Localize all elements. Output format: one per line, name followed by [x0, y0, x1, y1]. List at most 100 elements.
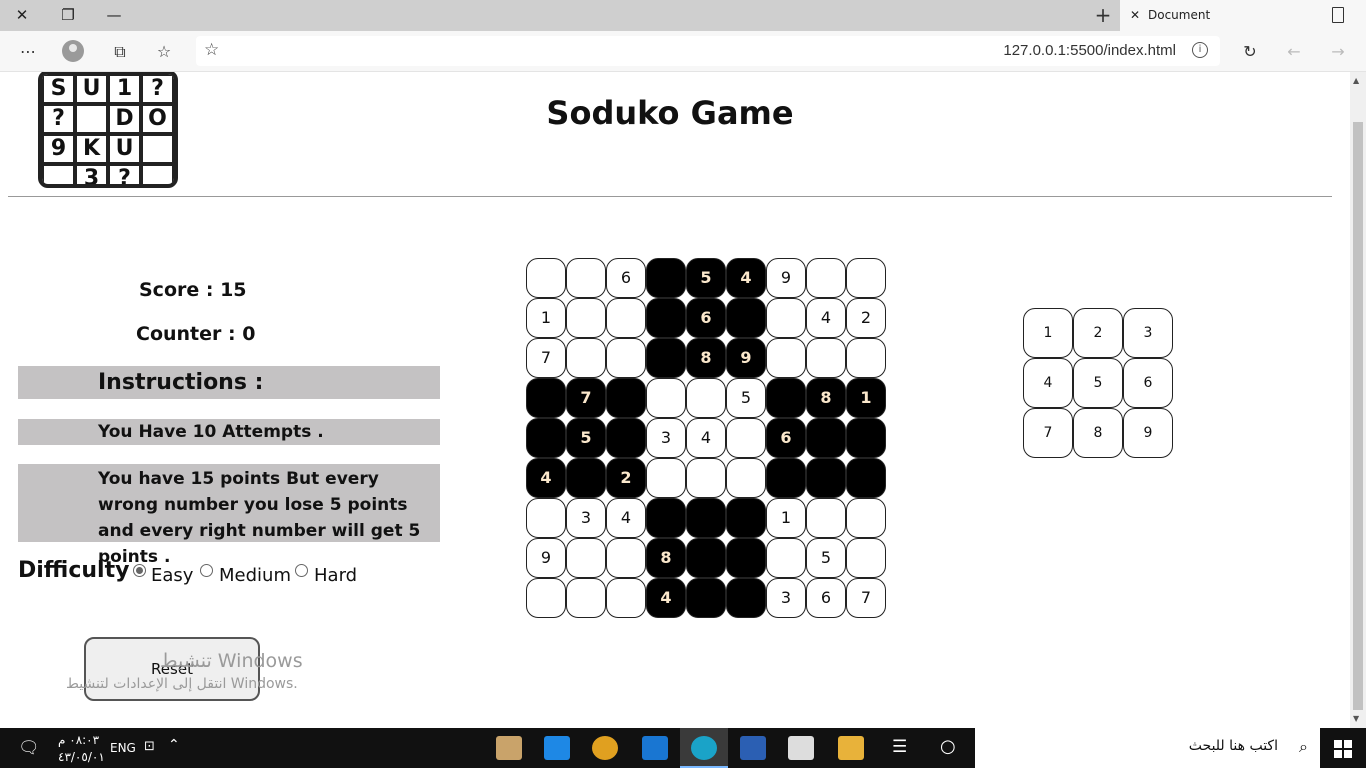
radio-easy[interactable] [133, 564, 146, 577]
vscode-app-icon[interactable] [544, 736, 570, 760]
board-cell[interactable] [846, 418, 886, 458]
new-tab-button[interactable]: + [1092, 4, 1114, 26]
board-cell[interactable] [646, 498, 686, 538]
number-pad-key[interactable]: 8 [1073, 408, 1123, 458]
file-explorer-icon[interactable] [838, 736, 864, 760]
url-input[interactable]: ☆ 127.0.0.1:5500/index.html i [196, 36, 1220, 66]
number-pad-key[interactable]: 1 [1023, 308, 1073, 358]
board-cell[interactable]: 2 [606, 458, 646, 498]
board-cell[interactable]: 5 [806, 538, 846, 578]
board-cell[interactable] [526, 578, 566, 618]
board-cell[interactable] [566, 298, 606, 338]
tray-chevron-icon[interactable]: ⌃ [168, 737, 180, 753]
board-cell[interactable] [566, 338, 606, 378]
board-cell[interactable] [526, 418, 566, 458]
board-cell[interactable]: 5 [566, 418, 606, 458]
add-favorite-icon[interactable]: ☆ [204, 40, 219, 60]
board-cell[interactable] [766, 458, 806, 498]
board-cell[interactable]: 1 [846, 378, 886, 418]
board-cell[interactable] [766, 378, 806, 418]
taskbar-search-input[interactable]: اكتب هنا للبحث ⌕ [975, 728, 1320, 768]
scroll-up-icon[interactable]: ▲ [1353, 76, 1359, 85]
board-cell[interactable] [566, 458, 606, 498]
collections-icon[interactable]: ⧉ [108, 40, 132, 64]
refresh-icon[interactable]: ↻ [1238, 40, 1262, 64]
language-indicator[interactable]: ENG [110, 741, 136, 755]
start-button[interactable] [1320, 728, 1366, 768]
board-cell[interactable]: 5 [726, 378, 766, 418]
radio-hard[interactable] [295, 564, 308, 577]
board-cell[interactable] [846, 338, 886, 378]
board-cell[interactable] [806, 418, 846, 458]
board-cell[interactable] [726, 458, 766, 498]
board-cell[interactable] [846, 458, 886, 498]
board-cell[interactable] [646, 378, 686, 418]
minimize-window-icon[interactable]: — [102, 4, 126, 26]
board-cell[interactable]: 7 [846, 578, 886, 618]
board-cell[interactable]: 4 [606, 498, 646, 538]
board-cell[interactable] [606, 378, 646, 418]
board-cell[interactable]: 6 [766, 418, 806, 458]
board-cell[interactable]: 8 [646, 538, 686, 578]
board-cell[interactable] [806, 458, 846, 498]
board-cell[interactable] [726, 578, 766, 618]
network-icon[interactable]: ⊡ [144, 739, 155, 754]
tab-document[interactable]: ✕ Document [1120, 0, 1366, 31]
board-cell[interactable] [846, 258, 886, 298]
board-cell[interactable] [606, 298, 646, 338]
board-cell[interactable]: 4 [806, 298, 846, 338]
mail-app-icon[interactable] [642, 736, 668, 760]
board-cell[interactable] [806, 498, 846, 538]
board-cell[interactable]: 1 [766, 498, 806, 538]
number-pad-key[interactable]: 6 [1123, 358, 1173, 408]
clock-date[interactable]: ٤٣/٠٥/٠١ [58, 750, 105, 764]
number-pad-key[interactable]: 2 [1073, 308, 1123, 358]
board-cell[interactable] [766, 538, 806, 578]
word-app-icon[interactable] [740, 736, 766, 760]
favorites-icon[interactable]: ☆ [152, 40, 176, 64]
board-cell[interactable]: 8 [806, 378, 846, 418]
board-cell[interactable] [726, 498, 766, 538]
number-pad-key[interactable]: 5 [1073, 358, 1123, 408]
board-cell[interactable]: 6 [606, 258, 646, 298]
board-cell[interactable] [846, 498, 886, 538]
board-cell[interactable]: 7 [526, 338, 566, 378]
board-cell[interactable] [686, 458, 726, 498]
board-cell[interactable]: 4 [526, 458, 566, 498]
board-cell[interactable] [566, 538, 606, 578]
board-cell[interactable] [726, 298, 766, 338]
board-cell[interactable] [606, 418, 646, 458]
scroll-down-icon[interactable]: ▼ [1353, 714, 1359, 723]
board-cell[interactable]: 4 [646, 578, 686, 618]
board-cell[interactable] [606, 578, 646, 618]
board-cell[interactable] [766, 298, 806, 338]
notification-icon[interactable]: 🗨 [18, 738, 40, 758]
board-cell[interactable]: 7 [566, 378, 606, 418]
board-cell[interactable] [566, 578, 606, 618]
board-cell[interactable] [766, 338, 806, 378]
cortana-icon[interactable]: ○ [940, 736, 956, 757]
board-cell[interactable] [526, 378, 566, 418]
board-cell[interactable] [686, 578, 726, 618]
number-pad-key[interactable]: 7 [1023, 408, 1073, 458]
board-cell[interactable]: 6 [806, 578, 846, 618]
board-cell[interactable] [646, 458, 686, 498]
board-cell[interactable] [806, 338, 846, 378]
scrollbar[interactable]: ▲ ▼ [1350, 72, 1366, 728]
close-tab-icon[interactable]: ✕ [1128, 8, 1142, 22]
board-cell[interactable]: 1 [526, 298, 566, 338]
board-cell[interactable] [606, 538, 646, 578]
board-cell[interactable]: 6 [686, 298, 726, 338]
board-cell[interactable] [806, 258, 846, 298]
board-cell[interactable] [686, 538, 726, 578]
chrome-app-icon[interactable] [592, 736, 618, 760]
profile-avatar[interactable] [62, 40, 84, 62]
task-view-icon[interactable]: ☰ [892, 737, 907, 757]
close-window-icon[interactable]: ✕ [10, 4, 34, 26]
board-cell[interactable] [686, 378, 726, 418]
board-cell[interactable]: 3 [766, 578, 806, 618]
number-pad-key[interactable]: 9 [1123, 408, 1173, 458]
board-cell[interactable] [646, 258, 686, 298]
board-cell[interactable]: 5 [686, 258, 726, 298]
scroll-thumb[interactable] [1353, 122, 1363, 710]
